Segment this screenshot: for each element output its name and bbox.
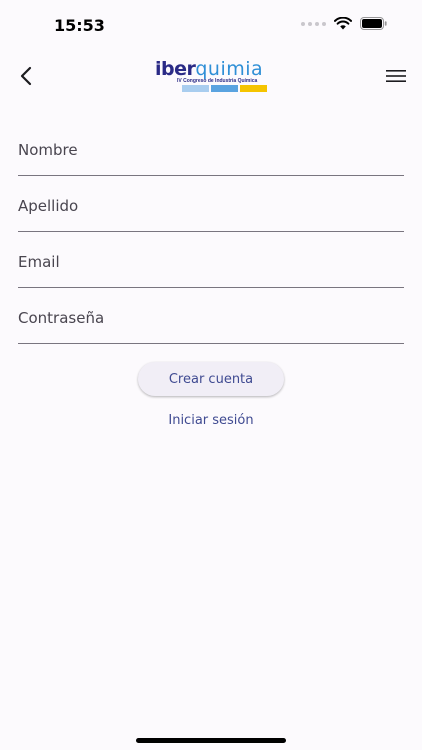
- login-link-label[interactable]: Iniciar sesión: [168, 413, 253, 428]
- app-bar: iberquimia IV Congreso de Industria Quím…: [0, 52, 422, 100]
- login-link[interactable]: Iniciar sesión: [0, 413, 422, 428]
- status-indicators: [301, 17, 388, 30]
- first-name-input[interactable]: [18, 120, 404, 175]
- logo-color-bars: [182, 85, 267, 92]
- password-input[interactable]: [18, 288, 404, 343]
- battery-icon: [360, 17, 387, 30]
- email-field: [18, 232, 404, 288]
- status-time: 15:53: [54, 16, 105, 35]
- sign-up-screen: 15:53 iberquimia IV Congreso de Industri…: [0, 0, 422, 750]
- back-button[interactable]: [12, 62, 40, 90]
- status-bar: 15:53: [0, 0, 422, 50]
- last-name-input[interactable]: [18, 176, 404, 231]
- first-name-field: [18, 120, 404, 176]
- email-input[interactable]: [18, 232, 404, 287]
- cellular-signal-icon: [301, 21, 326, 26]
- password-field: [18, 288, 404, 344]
- iberquimia-logo: iberquimia IV Congreso de Industria Quím…: [155, 58, 267, 96]
- wifi-icon: [334, 17, 352, 30]
- logo-wordmark: iberquimia: [155, 58, 264, 80]
- home-indicator: [136, 738, 286, 743]
- create-account-button[interactable]: Crear cuenta: [138, 362, 284, 396]
- hamburger-menu-icon: [386, 70, 406, 82]
- menu-button[interactable]: [384, 64, 408, 88]
- logo-subtitle: IV Congreso de Industria Química: [177, 78, 258, 84]
- chevron-left-icon: [20, 66, 32, 86]
- last-name-field: [18, 176, 404, 232]
- sign-up-form: [18, 120, 404, 344]
